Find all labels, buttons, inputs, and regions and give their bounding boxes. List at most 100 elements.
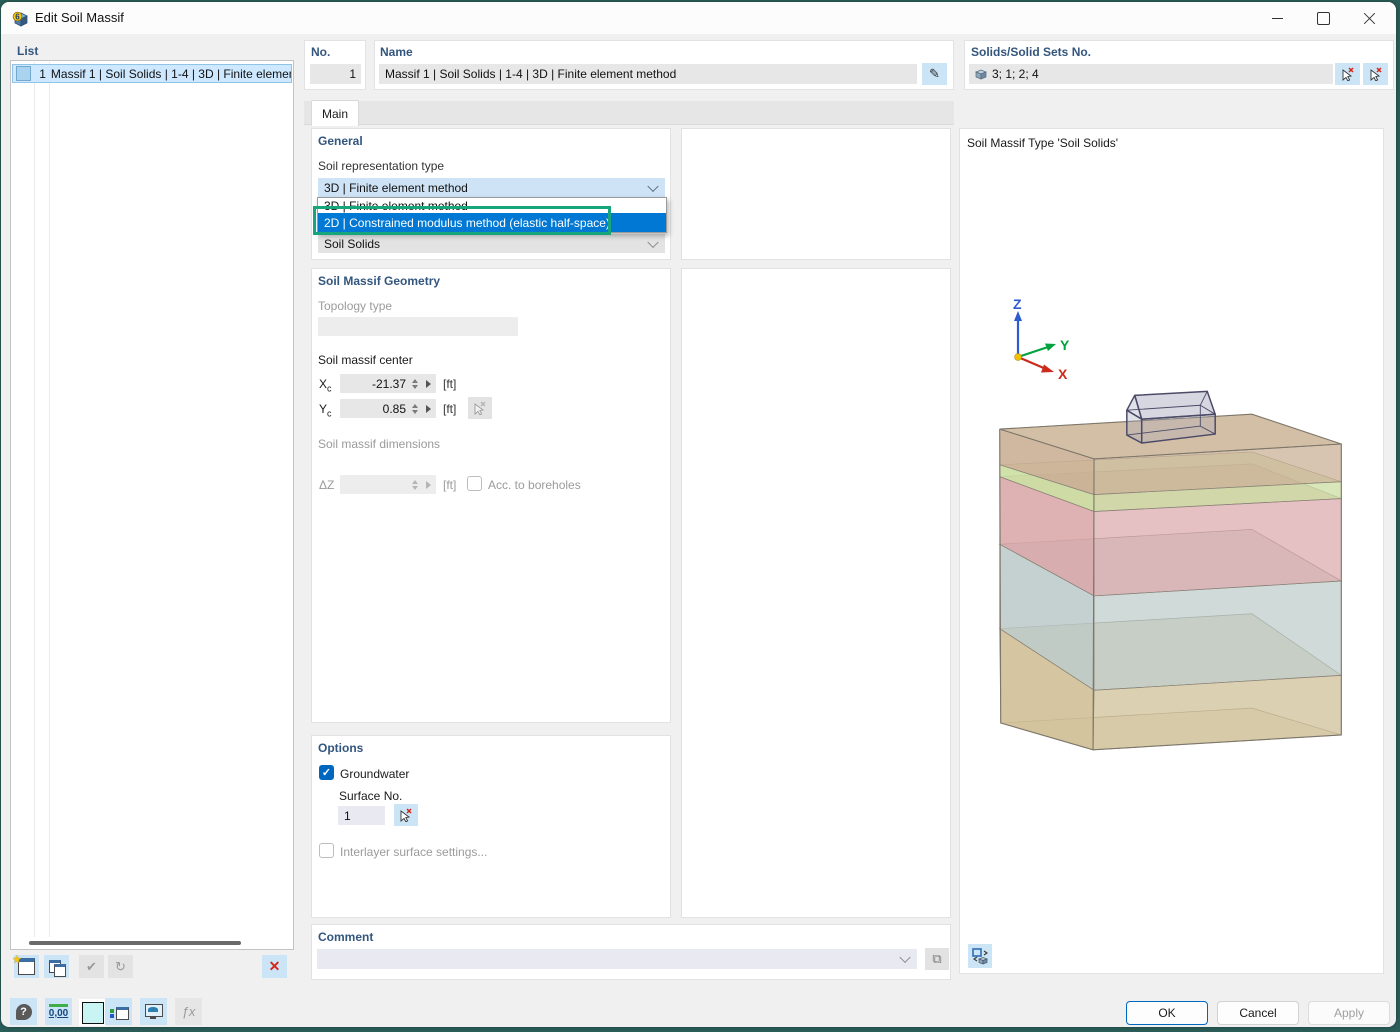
pick-center-button — [468, 397, 492, 419]
maximize-icon — [1317, 12, 1330, 25]
options-header: Options — [318, 741, 363, 755]
select-pointer-icon — [473, 401, 487, 415]
titlebar[interactable]: 6 Edit Soil Massif — [1, 2, 1396, 34]
select-pointer-icon — [399, 808, 413, 822]
comment-card: Comment ⧉ — [311, 924, 951, 980]
rendering-button[interactable] — [140, 998, 167, 1025]
edit-name-button[interactable]: ✎ — [922, 63, 947, 85]
invert-selection-icon: ↻ — [115, 959, 126, 975]
solids-card: Solids/Solid Sets No. 3; 1; 2; 4 — [964, 40, 1394, 90]
function-icon: ƒx — [182, 1004, 196, 1019]
color-swatch-button[interactable] — [79, 999, 106, 1026]
expand-arrow-icon — [426, 481, 431, 489]
expand-arrow-icon[interactable] — [426, 405, 431, 413]
tab-strip — [304, 101, 954, 125]
name-field[interactable]: Massif 1 | Soil Solids | 1-4 | 3D | Fini… — [379, 64, 917, 84]
no-card: No. 1 — [304, 40, 366, 90]
soil-representation-dropdown: 3D | Finite element method 2D | Constrai… — [317, 197, 667, 233]
solid-cube-icon — [974, 68, 987, 80]
select-all-icon: ✔ — [86, 959, 97, 975]
topology-type-label: Topology type — [318, 299, 392, 313]
copy-massif-button[interactable] — [44, 955, 69, 978]
new-massif-button[interactable]: ★ — [14, 955, 39, 978]
help-button[interactable]: ? — [10, 998, 37, 1025]
help-icon: ? — [16, 1004, 32, 1020]
xc-unit: [ft] — [443, 377, 456, 391]
surface-no-field[interactable]: 1 — [338, 806, 385, 825]
display-properties-button[interactable] — [105, 998, 132, 1025]
new-window-icon: ★ — [18, 958, 35, 975]
check-icon: ✓ — [322, 766, 331, 779]
soil-representation-label: Soil representation type — [318, 159, 444, 173]
house-icon — [1127, 391, 1215, 443]
solids-label: Solids/Solid Sets No. — [971, 45, 1091, 59]
tab-main[interactable]: Main — [311, 100, 359, 126]
copy-comment-button[interactable]: ⧉ — [925, 948, 949, 970]
acc-to-boreholes-checkbox — [467, 476, 482, 491]
spinner-icon[interactable] — [412, 404, 418, 414]
massif-color-swatch — [16, 66, 31, 81]
comment-header: Comment — [318, 930, 373, 944]
general-header: General — [318, 134, 363, 148]
chevron-down-icon — [647, 236, 658, 247]
convert-view-button[interactable] — [968, 944, 992, 968]
select-pointer-icon — [1341, 67, 1355, 81]
soil-representation-combobox[interactable]: 3D | Finite element method — [318, 178, 665, 198]
dz-label: ΔZ — [319, 478, 334, 492]
cancel-button[interactable]: Cancel — [1217, 1001, 1299, 1025]
close-button[interactable] — [1346, 2, 1392, 34]
expand-arrow-icon[interactable] — [426, 380, 431, 388]
units-icon: 0,00 — [49, 1004, 68, 1019]
dz-field — [340, 475, 436, 494]
spinner-icon[interactable] — [412, 379, 418, 389]
delete-icon: ✕ — [269, 958, 281, 975]
coordinate-axes: Z Y X — [986, 297, 1076, 389]
select-solid-sets-button[interactable] — [1363, 63, 1388, 85]
convert-solids-icon — [972, 948, 989, 965]
copy-windows-icon — [49, 960, 65, 974]
massif-list[interactable]: 1 Massif 1 | Soil Solids | 1-4 | 3D | Fi… — [10, 60, 294, 950]
edit-soil-massif-dialog: 6 Edit Soil Massif List 1 Massif 1 | Soi… — [1, 2, 1396, 1027]
dropdown-option-3d[interactable]: 3D | Finite element method — [318, 198, 666, 213]
svg-text:Z: Z — [1013, 297, 1022, 312]
minimize-icon — [1272, 18, 1283, 19]
middle-panel-top — [681, 128, 951, 260]
xc-field[interactable]: -21.37 — [340, 374, 436, 393]
list-row-selected[interactable]: 1 Massif 1 | Soil Solids | 1-4 | 3D | Fi… — [12, 64, 292, 83]
display-properties-icon — [110, 1004, 127, 1019]
delete-massif-button[interactable]: ✕ — [262, 955, 287, 978]
select-solids-button[interactable] — [1335, 63, 1360, 85]
ok-button[interactable]: OK — [1126, 1001, 1208, 1025]
groundwater-label: Groundwater — [340, 767, 409, 781]
select-all-button: ✔ — [79, 955, 104, 978]
units-settings-button[interactable]: 0,00 — [45, 998, 72, 1025]
horizontal-scrollbar[interactable] — [29, 941, 241, 945]
pick-surface-button[interactable] — [394, 804, 418, 826]
preview-card: Soil Massif Type 'Soil Solids' Z Y X — [959, 128, 1384, 974]
function-button: ƒx — [175, 998, 202, 1025]
solids-field[interactable]: 3; 1; 2; 4 — [969, 64, 1333, 84]
svg-text:6: 6 — [15, 12, 20, 21]
yc-field[interactable]: 0.85 — [340, 399, 436, 418]
soil-type-combobox[interactable]: Soil Solids — [318, 234, 665, 253]
acc-to-boreholes-label: Acc. to boreholes — [488, 478, 581, 492]
spinner-icon — [412, 480, 418, 490]
list-header: List — [17, 44, 38, 58]
soil-massif-dimensions-label: Soil massif dimensions — [318, 437, 440, 451]
topology-type-field — [318, 317, 518, 336]
dropdown-option-2d[interactable]: 2D | Constrained modulus method (elastic… — [318, 213, 666, 232]
copy-icon: ⧉ — [932, 951, 941, 967]
soil-massif-center-label: Soil massif center — [318, 353, 413, 367]
svg-text:Y: Y — [1060, 337, 1070, 353]
soil-massif-3d-preview — [960, 381, 1385, 786]
minimize-button[interactable] — [1254, 2, 1300, 34]
no-label: No. — [311, 45, 330, 59]
groundwater-checkbox[interactable]: ✓ — [319, 765, 334, 780]
chevron-down-icon — [647, 181, 658, 192]
list-column-divider — [49, 62, 50, 937]
maximize-button[interactable] — [1300, 2, 1346, 34]
comment-combobox[interactable] — [317, 949, 917, 969]
no-field: 1 — [310, 64, 361, 84]
interlayer-settings-checkbox — [319, 843, 334, 858]
options-card: Options ✓ Groundwater Surface No. 1 Inte… — [311, 735, 671, 918]
